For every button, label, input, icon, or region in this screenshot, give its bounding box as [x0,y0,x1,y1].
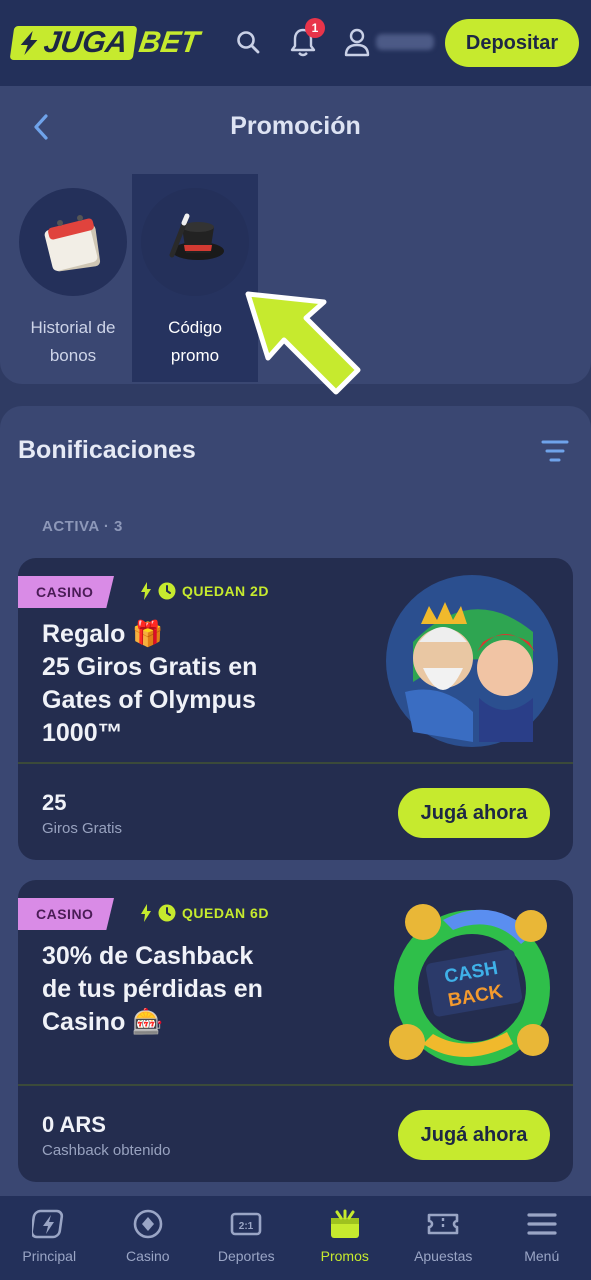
search-button[interactable] [232,26,264,58]
bonus-card: CASINO QUEDAN 2D Regalo 🎁 25 Giros Grati… [18,558,573,860]
filter-icon [541,440,569,462]
play-now-button[interactable]: Jugá ahora [398,788,550,838]
nav-label: Promos [320,1248,369,1264]
page-title: Promoción [230,112,361,140]
scoreboard-icon: 2:1 [230,1212,262,1236]
magic-hat-icon [169,213,224,260]
shortcut-label-line2: bonos [49,346,97,365]
bonus-title-line: 30% de Cashback [42,942,254,970]
bonus-card-top: CASINO QUEDAN 2D Regalo 🎁 25 Giros Grati… [18,558,573,764]
nav-item-promos[interactable]: Promos [296,1196,395,1280]
deposit-button[interactable]: Depositar [445,19,579,67]
notification-count-badge: 1 [305,18,325,38]
active-count-label: ACTIVA · 3 [42,518,123,535]
search-icon [237,31,260,54]
shortcut-label-line1: Historial de [30,318,116,337]
bonus-title-line: 1000™ [42,719,123,747]
shortcut-label: Historial de bonos [10,314,136,370]
user-icon [344,28,370,57]
bolt-icon [20,31,38,55]
bonus-title-line: de tus pérdidas en [42,975,263,1003]
filter-button[interactable] [540,436,570,466]
bonus-card-bottom: 25 Giros Gratis Jugá ahora [18,764,573,860]
time-remaining-text: QUEDAN 6D [182,905,269,921]
hamburger-icon [527,1213,557,1235]
notifications-button[interactable]: 1 [287,18,325,58]
nav-label: Principal [22,1248,77,1264]
bonus-title: Regalo 🎁 25 Giros Gratis en Gates of Oly… [42,618,362,750]
time-remaining: QUEDAN 6D [140,904,269,922]
jugabet-logo[interactable]: JUGA BET [9,24,202,62]
logo-text-bet: BET [137,26,202,59]
promo-code-icon-circle [141,188,249,296]
bonus-amount: 0 ARS [42,1112,106,1137]
gates-of-olympus-artwork [386,575,558,747]
nav-item-casino[interactable]: Casino [99,1196,198,1280]
cashback-artwork: CASH BACK [389,904,550,1066]
bolt-icon [141,904,151,922]
bonus-card-bottom: 0 ARS Cashback obtenido Jugá ahora [18,1086,573,1182]
calendar-icon [44,215,101,272]
clock-icon [158,582,176,600]
ticket-icon [427,1213,459,1235]
bonus-amount-label: Cashback obtenido [42,1142,171,1159]
bonus-amount: 25 [42,790,67,815]
bonus-amount-label: Giros Gratis [42,820,123,837]
svg-text:2:1: 2:1 [239,1221,254,1232]
shortcut-bonus-history[interactable]: Historial de bonos [10,174,136,382]
category-tag: CASINO [18,898,114,930]
nav-label: Menú [524,1248,560,1264]
bonus-title-line: Regalo 🎁 [42,620,164,648]
nav-label: Casino [125,1248,170,1264]
nav-item-deportes[interactable]: 2:1 Deportes [197,1196,296,1280]
bonus-title-line: Casino 🎰 [42,1008,164,1036]
bonus-card-top: CASINO QUEDAN 6D 30% de Cashback de tus … [18,880,573,1086]
gift-icon [330,1209,359,1238]
bolt-icon [141,582,151,600]
username-redacted [376,34,434,50]
profile-button[interactable] [341,26,373,58]
nav-item-apuestas[interactable]: Apuestas [394,1196,493,1280]
nav-item-principal[interactable]: Principal [0,1196,99,1280]
section-title: Bonificaciones [18,436,196,464]
bottom-navigation: Principal Casino 2:1 Deportes Promos Apu… [0,1196,591,1280]
pointer-arrow-icon [245,291,361,395]
logo-badge: JUGA [9,26,138,60]
nav-item-menu[interactable]: Menú [493,1196,591,1280]
nav-label: Deportes [217,1248,275,1264]
clock-icon [158,904,176,922]
play-now-button[interactable]: Jugá ahora [398,1110,550,1160]
casino-chip-icon [133,1209,163,1239]
logo-text-juga: JUGA [41,26,130,59]
nav-label: Apuestas [414,1248,473,1264]
top-bar: JUGA BET 1 Depositar [0,0,591,86]
time-remaining: QUEDAN 2D [140,582,269,600]
shortcut-label-line2: promo [170,346,220,365]
time-remaining-text: QUEDAN 2D [182,583,269,599]
bonus-title-line: Gates of Olympus [42,686,256,714]
bonus-title: 30% de Cashback de tus pérdidas en Casin… [42,940,362,1039]
bonus-card: CASINO QUEDAN 6D 30% de Cashback de tus … [18,880,573,1182]
bonus-history-icon-circle [19,188,127,296]
bonus-title-line: 25 Giros Gratis en [42,653,258,681]
home-bolt-icon [32,1209,64,1239]
shortcut-label-line1: Código [168,318,222,337]
category-tag: CASINO [18,576,114,608]
